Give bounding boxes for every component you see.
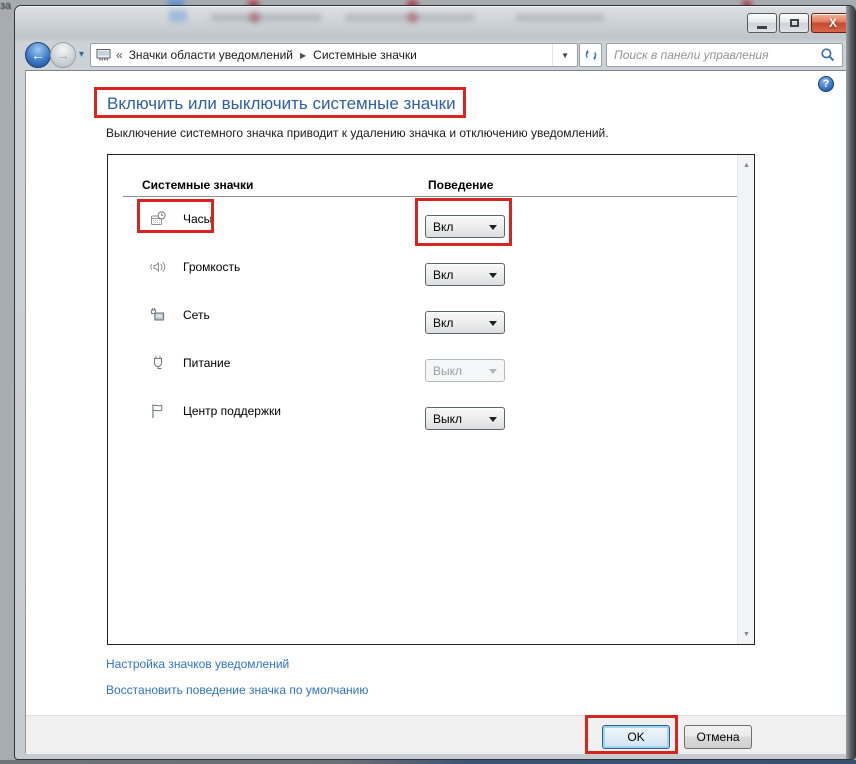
dropdown-value: Вкл	[433, 268, 453, 282]
row-volume: Громкость	[150, 251, 240, 283]
scroll-down-icon[interactable]: ▼	[738, 626, 755, 642]
back-button[interactable]: ←	[25, 42, 51, 68]
dropdown-arrow-icon	[489, 273, 497, 282]
search-box	[606, 43, 843, 67]
maximize-button[interactable]	[779, 13, 809, 33]
dropdown-value: Выкл	[433, 412, 462, 426]
header-divider	[123, 196, 737, 197]
window-frame-right	[846, 6, 855, 759]
panel-scrollbar[interactable]: ▲ ▼	[737, 155, 754, 644]
row-action-center: Центр поддержки	[150, 395, 281, 427]
clock-icon	[150, 211, 167, 227]
dropdown-value: Выкл	[433, 364, 462, 378]
link-customize-notification-icons[interactable]: Настройка значков уведомлений	[106, 657, 289, 671]
titlebar-blur-blob	[169, 10, 187, 22]
dropdown-value: Вкл	[433, 220, 453, 234]
behavior-dropdown-volume[interactable]: Вкл	[425, 263, 505, 286]
link-restore-default-behaviors[interactable]: Восстановить поведение значка по умолчан…	[106, 683, 368, 697]
search-icon[interactable]	[820, 47, 836, 63]
behavior-dropdown-action-center[interactable]: Выкл	[425, 407, 505, 430]
cancel-button[interactable]: Отмена	[684, 725, 752, 749]
breadcrumb-overflow-icon[interactable]: «	[116, 48, 123, 62]
behavior-dropdown-network[interactable]: Вкл	[425, 311, 505, 334]
titlebar-blur-blob	[407, 12, 418, 23]
breadcrumb-item-system-icons[interactable]: Системные значки	[313, 48, 417, 62]
background-text-fragment: за	[0, 0, 11, 12]
ok-button[interactable]: OK	[602, 725, 670, 749]
row-label-clock: Часы	[183, 212, 212, 226]
dropdown-arrow-icon	[489, 369, 497, 378]
row-label-power: Питание	[183, 356, 230, 370]
row-label-volume: Громкость	[183, 260, 240, 274]
row-clock: Часы	[150, 203, 212, 235]
control-panel-icon	[96, 48, 112, 62]
page-description: Выключение системного значка приводит к …	[106, 126, 609, 140]
row-power: Питание	[150, 347, 230, 379]
power-icon	[150, 355, 167, 371]
search-input[interactable]	[607, 44, 820, 66]
titlebar-blur-blob	[249, 12, 260, 23]
system-icons-panel: Системные значки Поведение Часы	[107, 154, 755, 645]
titlebar-blur-blob	[515, 14, 605, 21]
column-header-behavior: Поведение	[428, 178, 493, 192]
minimize-icon	[757, 26, 767, 29]
network-icon	[150, 307, 167, 323]
help-icon[interactable]: ?	[818, 76, 834, 92]
page-title: Включить или выключить системные значки	[107, 94, 456, 114]
row-label-action-center: Центр поддержки	[183, 404, 281, 418]
dropdown-arrow-icon	[489, 225, 497, 234]
column-header-system-icons: Системные значки	[142, 178, 253, 192]
dropdown-value: Вкл	[433, 316, 453, 330]
breadcrumb-separator-icon[interactable]: ▶	[300, 51, 306, 60]
titlebar-blur-blob	[211, 14, 321, 21]
scroll-up-icon[interactable]: ▲	[738, 157, 755, 173]
control-panel-window: X ← → ▾ « Значки области уведомлений ▶	[14, 5, 856, 760]
minimize-button[interactable]	[747, 13, 777, 33]
refresh-icon	[584, 48, 598, 62]
titlebar[interactable]: X	[15, 6, 855, 40]
dropdown-arrow-icon	[489, 417, 497, 426]
forward-button[interactable]: →	[50, 42, 76, 68]
row-network: Сеть	[150, 299, 210, 331]
screen: за X ←	[0, 0, 856, 764]
back-arrow-icon: ←	[31, 47, 45, 63]
volume-icon	[150, 259, 167, 275]
row-label-network: Сеть	[183, 308, 210, 322]
navigation-bar: ← → ▾ « Значки области уведомлений ▶ Сис…	[16, 40, 846, 71]
client-area: ? Включить или выключить системные значк…	[25, 70, 847, 753]
dialog-footer: OK Отмена	[26, 715, 846, 754]
close-icon: X	[829, 16, 837, 30]
flag-icon	[150, 403, 167, 419]
dropdown-arrow-icon	[489, 321, 497, 330]
recent-pages-dropdown[interactable]: ▾	[79, 49, 84, 60]
desktop-bottom-strip	[0, 760, 856, 764]
help-glyph: ?	[823, 78, 830, 90]
forward-arrow-icon: →	[56, 47, 70, 63]
behavior-dropdown-clock[interactable]: Вкл	[425, 215, 505, 238]
behavior-dropdown-power: Выкл	[425, 359, 505, 382]
breadcrumb-item-notification-icons[interactable]: Значки области уведомлений	[129, 48, 293, 62]
address-dropdown-icon[interactable]: ▼	[552, 44, 577, 66]
address-bar[interactable]: « Значки области уведомлений ▶ Системные…	[90, 43, 578, 67]
maximize-icon	[790, 19, 799, 27]
refresh-button[interactable]	[579, 43, 602, 67]
